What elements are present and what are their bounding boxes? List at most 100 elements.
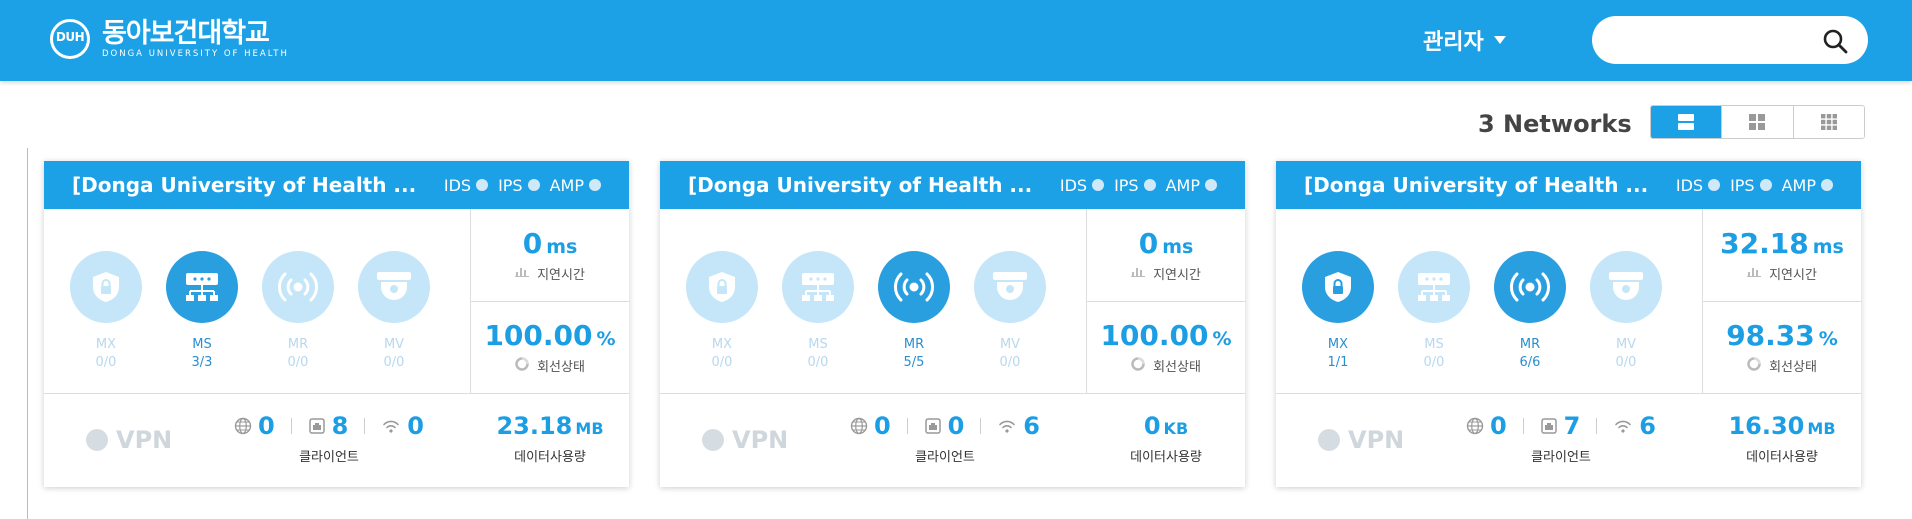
view-toggle	[1650, 105, 1865, 139]
wifi-icon	[383, 420, 400, 433]
device-type: MS	[192, 337, 212, 352]
network-card[interactable]: [Donga University of Health ... IDS IPS AMP…	[44, 161, 629, 487]
device-ms[interactable]: MS 0/0	[1386, 209, 1482, 393]
logo-subtitle: DONGA UNIVERSITY OF HEALTH	[102, 49, 289, 59]
client-wired: 0	[924, 412, 964, 440]
device-summary: MX 0/0 MS 3/3 MR 0/0 MV 0/0	[44, 209, 471, 393]
divider-line	[27, 148, 28, 519]
grid-2-view-button[interactable]	[1722, 106, 1794, 138]
device-count: 6/6	[1519, 355, 1541, 370]
client-summary: 0 8 0 클라이언트	[234, 412, 424, 465]
grid-2-view-icon	[1749, 114, 1766, 130]
divider	[980, 418, 982, 434]
line-status-metric: 100.00% 회선상태	[1087, 300, 1245, 394]
ethernet-icon	[924, 418, 941, 434]
list-view-button[interactable]	[1651, 106, 1723, 138]
status-dot	[1143, 179, 1156, 191]
amp-label: AMP	[1165, 175, 1200, 195]
device-count: 3/3	[191, 355, 213, 370]
ms-device-icon	[1398, 251, 1470, 323]
wifi-icon	[999, 420, 1016, 433]
usage-value: 23.18	[496, 412, 573, 440]
latency-unit: ms	[1162, 235, 1194, 258]
ethernet-icon	[1540, 418, 1557, 434]
line-status-label: 회선상태	[1153, 360, 1201, 376]
client-summary: 0 7 6 클라이언트	[1466, 412, 1656, 465]
pie-icon	[1131, 357, 1145, 371]
data-usage: 23.18 MB 데이터사용량	[471, 412, 629, 465]
device-type: MX	[711, 337, 733, 352]
client-count-wireless: 0	[407, 412, 424, 440]
device-mv[interactable]: MV 0/0	[346, 209, 442, 393]
device-mr[interactable]: MR 5/5	[866, 209, 962, 393]
device-type: MR	[287, 337, 309, 352]
device-mx[interactable]: MX 1/1	[1290, 209, 1386, 393]
grid-3-view-icon	[1820, 114, 1837, 130]
line-status-label: 회선상태	[1769, 360, 1817, 376]
network-title[interactable]: [Donga University of Health ...	[688, 173, 1050, 197]
mr-device-icon	[878, 251, 950, 323]
list-view-icon	[1678, 114, 1695, 130]
device-count: 0/0	[711, 355, 733, 370]
device-mr[interactable]: MR 6/6	[1482, 209, 1578, 393]
ms-device-icon	[782, 251, 854, 323]
device-ms[interactable]: MS 0/0	[770, 209, 866, 393]
amp-label: AMP	[1781, 175, 1816, 195]
latency-value: 32.18	[1720, 226, 1809, 260]
search-input[interactable]	[1612, 28, 1812, 52]
device-mr[interactable]: MR 0/0	[250, 209, 346, 393]
amp-indicator: AMP	[1782, 176, 1833, 195]
latency-metric: 0 ms 지연시간	[1087, 209, 1245, 301]
ips-indicator: IPS	[1114, 176, 1156, 195]
latency-unit: ms	[546, 235, 578, 258]
admin-menu[interactable]: 관리자	[1423, 24, 1506, 56]
network-title[interactable]: [Donga University of Health ...	[1304, 173, 1666, 197]
ids-label: IDS	[1675, 175, 1704, 195]
device-summary: MX 1/1 MS 0/0 MR 6/6 MV 0/0	[1276, 209, 1703, 393]
network-card[interactable]: [Donga University of Health ... IDS IPS AMP…	[660, 161, 1245, 487]
line-status-metric: 98.33% 회선상태	[1703, 300, 1861, 394]
latency-unit: ms	[1812, 235, 1844, 258]
device-mx[interactable]: MX 0/0	[674, 209, 770, 393]
status-dot	[589, 179, 601, 191]
client-count-internet: 0	[1490, 412, 1507, 440]
usage-value: 16.30	[1728, 412, 1805, 440]
client-internet: 0	[850, 412, 891, 440]
search-icon[interactable]	[1822, 28, 1848, 54]
university-logo[interactable]: DUH 동아보건대학교 DONGA UNIVERSITY OF HEALTH	[46, 17, 289, 61]
latency-value: 0	[1138, 226, 1159, 260]
device-mv[interactable]: MV 0/0	[962, 209, 1058, 393]
device-count: 1/1	[1327, 355, 1349, 370]
line-status-unit: %	[1212, 328, 1232, 351]
client-count-wireless: 6	[1023, 412, 1040, 440]
ips-label: IPS	[498, 175, 523, 195]
mr-device-icon	[262, 251, 334, 323]
admin-label: 관리자	[1423, 30, 1484, 55]
device-ms[interactable]: MS 3/3	[154, 209, 250, 393]
client-wireless: 6	[1613, 412, 1656, 440]
device-count: 0/0	[807, 355, 829, 370]
status-dot	[476, 179, 489, 191]
ips-indicator: IPS	[498, 176, 540, 195]
client-count-internet: 0	[874, 412, 891, 440]
device-count: 0/0	[1615, 355, 1637, 370]
grid-3-view-button[interactable]	[1793, 106, 1864, 138]
device-mv[interactable]: MV 0/0	[1578, 209, 1674, 393]
network-title[interactable]: [Donga University of Health ...	[72, 173, 434, 197]
latency-label: 지연시간	[1153, 267, 1201, 283]
vpn-label: VPN	[1348, 426, 1405, 454]
device-mx[interactable]: MX 0/0	[58, 209, 154, 393]
vpn-status: VPN	[86, 426, 172, 454]
clients-label: 클라이언트	[915, 450, 975, 465]
divider	[290, 418, 292, 434]
search-box[interactable]	[1592, 16, 1868, 64]
device-type: MX	[95, 337, 117, 352]
line-status-unit: %	[1818, 328, 1838, 351]
bar-chart-icon	[515, 268, 530, 278]
device-type: MV	[383, 337, 405, 352]
usage-unit: MB	[575, 419, 604, 438]
client-wireless: 6	[997, 412, 1040, 440]
network-card[interactable]: [Donga University of Health ... IDS IPS AMP…	[1276, 161, 1861, 487]
ips-label: IPS	[1730, 175, 1755, 195]
client-internet: 0	[234, 412, 275, 440]
